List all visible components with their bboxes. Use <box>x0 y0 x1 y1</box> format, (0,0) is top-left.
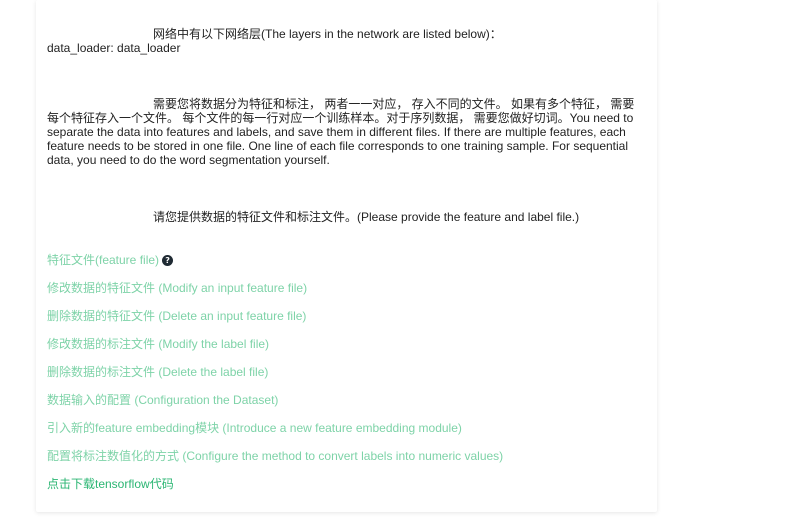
layer-item: data_loader: data_loader <box>47 41 181 55</box>
config-label-convert-link[interactable]: 配置将标注数值化的方式 (Configure the method to con… <box>47 448 503 464</box>
content-card: 网络中有以下网络层(The layers in the network are … <box>36 0 657 512</box>
layers-section: 网络中有以下网络层(The layers in the network are … <box>47 27 637 55</box>
feature-file-link[interactable]: 特征文件(feature file) <box>47 253 159 267</box>
delete-label-file-link[interactable]: 删除数据的标注文件 (Delete the label file) <box>47 364 268 380</box>
layers-heading: 网络中有以下网络层(The layers in the network are … <box>153 27 502 41</box>
introduce-embedding-link[interactable]: 引入新的feature embedding模块 (Introduce a new… <box>47 420 462 436</box>
instructions-text: 需要您将数据分为特征和标注， 两者一一对应， 存入不同的文件。 如果有多个特征，… <box>47 97 635 167</box>
config-dataset-link[interactable]: 数据输入的配置 (Configuration the Dataset) <box>47 392 278 408</box>
request-text: 请您提供数据的特征文件和标注文件。(Please provide the fea… <box>153 210 580 224</box>
question-circle-icon[interactable]: ? <box>162 255 174 266</box>
modify-label-file-link[interactable]: 修改数据的标注文件 (Modify the label file) <box>47 336 269 352</box>
request-paragraph: 请您提供数据的特征文件和标注文件。(Please provide the fea… <box>47 210 637 224</box>
delete-feature-file-link[interactable]: 删除数据的特征文件 (Delete an input feature file) <box>47 308 306 324</box>
download-code-link[interactable]: 点击下载tensorflow代码 <box>47 476 174 492</box>
instructions-paragraph: 需要您将数据分为特征和标注， 两者一一对应， 存入不同的文件。 如果有多个特征，… <box>47 97 637 167</box>
modify-feature-file-link[interactable]: 修改数据的特征文件 (Modify an input feature file) <box>47 280 307 296</box>
feature-file-link-row: 特征文件(feature file)? <box>47 252 174 268</box>
